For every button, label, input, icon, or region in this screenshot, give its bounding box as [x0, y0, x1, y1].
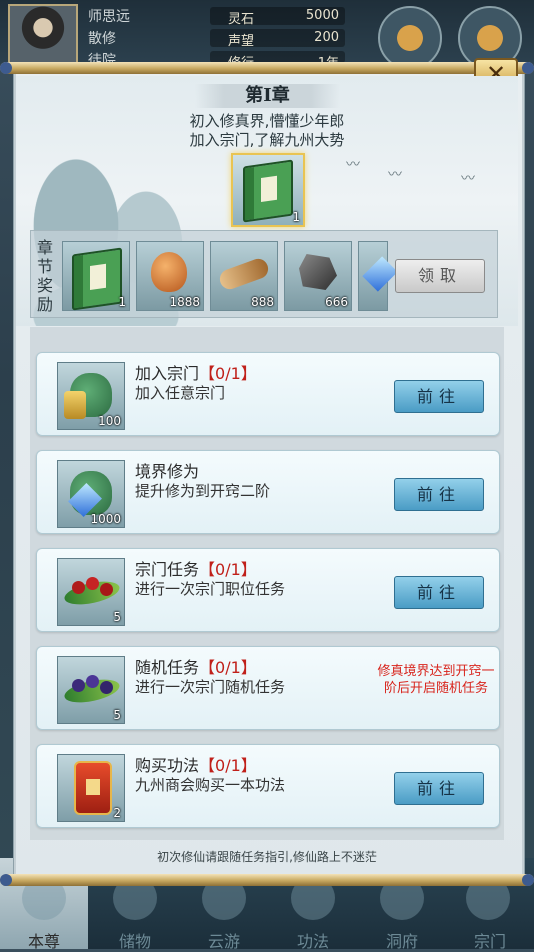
task-title: 境界修为: [135, 462, 200, 481]
chapter-intro-line-1: 初入修真界,懵懂少年郎: [189, 112, 345, 130]
wood-log-icon: [217, 256, 271, 292]
go-button-sect-task[interactable]: 前往: [394, 576, 484, 609]
sect-bag-icon: 100: [57, 362, 125, 430]
go-button-buy-manual[interactable]: 前往: [394, 772, 484, 805]
task-desc: 九州商会购买一本功法: [135, 776, 286, 794]
rail-cap-right: [522, 62, 534, 74]
spirit-stone-bag-icon: 1000: [57, 460, 125, 528]
nav-item-skills[interactable]: 功法: [273, 928, 353, 952]
manual-book-icon: [243, 159, 293, 223]
rail-cap-left: [0, 62, 12, 74]
nav-item-self[interactable]: 本尊: [4, 928, 84, 952]
task-row-join-sect: 100 加入宗门【0/1】 加入任意宗门 前往: [36, 352, 500, 436]
task-row-sect-task: 5 宗门任务【0/1】 进行一次宗门职位任务 前往: [36, 548, 500, 632]
task-title: 加入宗门【0/1】: [135, 364, 257, 383]
iron-ore-icon: [299, 254, 337, 290]
task-desc: 加入任意宗门: [135, 384, 226, 402]
task-row-random-task: 5 随机任务【0/1】 进行一次宗门随机任务 修真境界达到开窍一阶后开启随机任务: [36, 646, 500, 730]
task-locked-note: 修真境界达到开窍一阶后开启随机任务: [377, 664, 495, 696]
chapter-title: 第Ⅰ章: [195, 84, 340, 108]
crane-icon: 〰: [388, 167, 402, 183]
task-desc: 提升修为到开窍二阶: [135, 482, 271, 500]
dialog-bottom-rail: [0, 874, 534, 886]
hud-event-icon[interactable]: [378, 6, 442, 70]
item-count: 1: [292, 210, 300, 224]
footer-hint: 初次修仙请跟随任务指引,修仙路上不迷茫: [157, 850, 377, 864]
player-name: 师思远: [88, 9, 130, 25]
rail-cap-left: [0, 874, 12, 886]
chapter-main-reward[interactable]: 1: [231, 153, 305, 227]
task-row-buy-manual: 2 购买功法【0/1】 九州商会购买一本功法 前往: [36, 744, 500, 828]
task-title: 购买功法【0/1】: [135, 756, 257, 775]
red-berry-icon: 5: [57, 558, 125, 626]
reward-slot-ore[interactable]: 666: [284, 241, 352, 311]
dialog-top-rail: [0, 62, 534, 74]
crane-icon: 〰: [346, 157, 360, 173]
task-desc: 进行一次宗门随机任务: [135, 678, 286, 696]
task-row-realm-cultivation: 1000 境界修为 提升修为到开窍二阶 前往: [36, 450, 500, 534]
chapter-reward-label: 章 节 奖 励: [36, 238, 53, 314]
chapter-intro-line-2: 加入宗门,了解九州大势: [189, 131, 345, 149]
go-button-join-sect[interactable]: 前往: [394, 380, 484, 413]
reward-slot-wood[interactable]: 888: [210, 241, 278, 311]
reward-slot-spirit-stone[interactable]: [358, 241, 398, 311]
reward-slot-manual[interactable]: 1: [62, 241, 130, 311]
rail-cap-right: [522, 874, 534, 886]
nav-item-storage[interactable]: 储物: [95, 928, 175, 952]
task-title: 随机任务【0/1】: [135, 658, 257, 677]
purple-berry-icon: 5: [57, 656, 125, 724]
nav-item-travel[interactable]: 云游: [184, 928, 264, 952]
claim-button[interactable]: 领取: [395, 259, 485, 293]
player-avatar[interactable]: [8, 4, 78, 70]
stat-spirit-stone: 灵石 5000: [210, 7, 345, 27]
drumstick-icon: [151, 252, 187, 292]
manual-icon: 2: [57, 754, 125, 822]
stat-prestige: 声望 200: [210, 29, 345, 49]
player-sect: 散修: [88, 31, 116, 47]
reward-slot-drumstick[interactable]: 1888: [136, 241, 204, 311]
go-button-realm-cultivation[interactable]: 前往: [394, 478, 484, 511]
task-desc: 进行一次宗门职位任务: [135, 580, 286, 598]
task-title: 宗门任务【0/1】: [135, 560, 257, 579]
nav-item-cave[interactable]: 洞府: [362, 928, 442, 952]
nav-item-sect[interactable]: 宗门: [450, 928, 530, 952]
manual-book-icon: [72, 247, 122, 311]
crane-icon: 〰: [461, 171, 475, 187]
